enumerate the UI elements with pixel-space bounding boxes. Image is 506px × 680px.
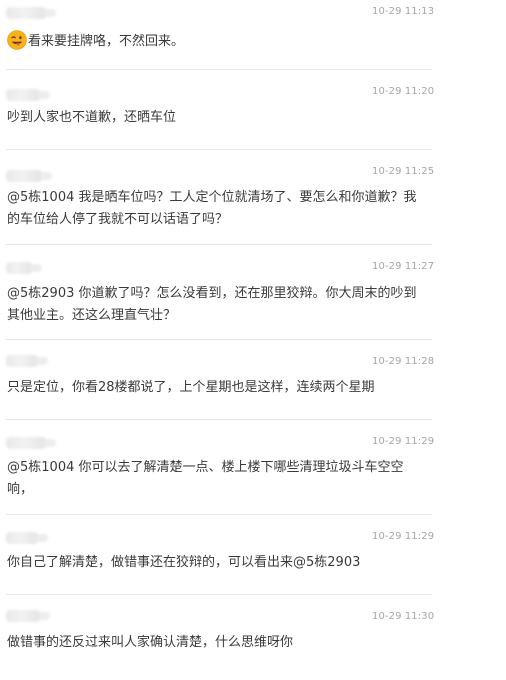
comment-text: 你自己了解清楚，做错事还在狡辩的，可以看出来@5栋2903	[7, 555, 361, 570]
comment-item: 10-29 11:28 只是定位，你看28楼都说了，上个星期也是这样，连续两个星…	[0, 340, 506, 420]
comment-text: 吵到人家也不道歉，还晒车位	[7, 110, 177, 125]
comment-item: 10-29 11:27 @5栋2903 你道歉了吗？怎么没看到，还在那里狡辩。你…	[0, 245, 506, 340]
blurred-username	[6, 532, 48, 544]
comment-item: 10-29 11:29 你自己了解清楚，做错事还在狡辩的，可以看出来@5栋290…	[0, 515, 506, 595]
comment-time: 10-29 11:29	[372, 436, 435, 447]
comment-time: 10-29 11:20	[372, 86, 435, 97]
blurred-username	[6, 170, 52, 182]
comment-item: 10-29 11:13 看来要挂牌咯，不然回来。	[0, 0, 506, 70]
comment-text: @5栋1004 我是晒车位吗？工人定个位就清场了、要怎么和你道歉？我的车位给人停…	[7, 190, 417, 227]
comment-time: 10-29 11:30	[372, 611, 435, 622]
blurred-username	[6, 355, 48, 367]
comment-item: 10-29 11:20 吵到人家也不道歉，还晒车位	[0, 70, 506, 150]
comment-item: 10-29 11:29 @5栋1004 你可以去了解清楚一点、楼上楼下哪些清理垃…	[0, 420, 506, 515]
blurred-username	[6, 89, 50, 101]
comment-time: 10-29 11:28	[372, 356, 435, 367]
comment-time: 10-29 11:25	[372, 166, 435, 177]
winking-tongue-face-icon	[7, 30, 27, 50]
blurred-username	[6, 7, 56, 19]
comment-time: 10-29 11:27	[372, 261, 435, 272]
comment-text: 看来要挂牌咯，不然回来。	[7, 30, 427, 53]
comment-text: 做错事的还反过来叫人家确认清楚，什么思维呀你	[7, 635, 294, 650]
comment-item: 10-29 11:30 做错事的还反过来叫人家确认清楚，什么思维呀你	[0, 595, 506, 680]
comment-text: @5栋2903 你道歉了吗？怎么没看到，还在那里狡辩。你大周末的吵到其他业主。还…	[7, 286, 417, 323]
comment-text: 只是定位，你看28楼都说了，上个星期也是这样，连续两个星期	[7, 380, 375, 395]
blurred-username	[6, 610, 50, 622]
comment-thread: 10-29 11:13 看来要挂牌咯，不然回来。 10-29 11:20 吵到人…	[0, 0, 506, 680]
comment-text: @5栋1004 你可以去了解清楚一点、楼上楼下哪些清理垃圾斗车空空响，	[7, 460, 404, 497]
comment-item: 10-29 11:25 @5栋1004 我是晒车位吗？工人定个位就清场了、要怎么…	[0, 150, 506, 245]
comment-time: 10-29 11:13	[372, 6, 435, 17]
blurred-username	[6, 437, 56, 449]
blurred-username	[6, 262, 42, 274]
comment-time: 10-29 11:29	[372, 531, 435, 542]
